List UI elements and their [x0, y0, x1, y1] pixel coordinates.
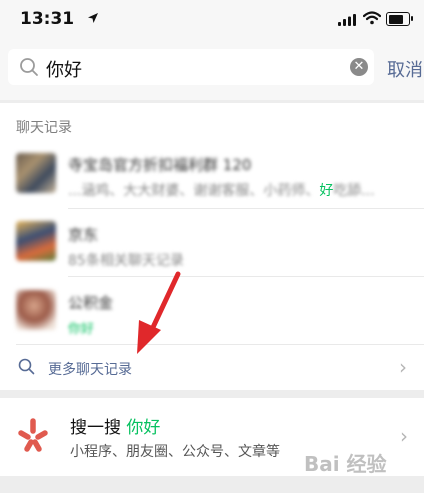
chat-name: 京东 — [68, 226, 99, 244]
chat-snippet: 85条相关聊天记录 — [68, 253, 184, 269]
wifi-icon — [363, 11, 381, 25]
souyisou-title-text: 搜一搜 — [70, 418, 121, 438]
chevron-right-icon: › — [399, 355, 407, 379]
chat-result-item[interactable] — [0, 277, 424, 343]
chat-snippet: 你好 — [68, 322, 95, 337]
status-time: 13:31 — [20, 9, 75, 29]
battery-icon — [386, 12, 410, 26]
search-icon — [20, 58, 38, 76]
chat-snippet: ...涵鸡、大大财婆、谢谢客服、小药师、好吃舔... — [68, 180, 375, 200]
souyisou-subtitle: 小程序、朋友圈、公众号、文章等 — [70, 444, 280, 460]
battery-cap — [411, 16, 413, 21]
avatar — [16, 221, 56, 261]
search-icon — [18, 358, 35, 375]
clear-icon[interactable]: ✕ — [350, 58, 368, 76]
chat-name: 寺宝岛官方折扣福利群 120 — [68, 156, 252, 174]
chevron-right-icon: › — [400, 424, 408, 448]
souyisou-title: 搜一搜 你好 — [70, 413, 160, 438]
cellular-signal-icon — [338, 14, 356, 26]
chat-name: 公积金 — [68, 294, 114, 312]
watermark: Bai 经验 — [304, 452, 387, 476]
cancel-button[interactable]: 取消 — [387, 56, 423, 82]
location-arrow-icon — [88, 13, 98, 23]
chat-result-item[interactable] — [0, 209, 424, 275]
snippet-text: 吃舔... — [333, 183, 375, 199]
more-chat-history-label: 更多聊天记录 — [48, 362, 132, 378]
avatar — [16, 290, 56, 330]
search-query-text[interactable]: 你好 — [46, 56, 82, 82]
souyisou-logo-icon — [18, 418, 48, 452]
section-title: 聊天记录 — [16, 120, 72, 136]
snippet-highlight: 好 — [319, 183, 334, 199]
souyisou-keyword: 你好 — [126, 418, 161, 438]
snippet-text: ...涵鸡、大大财婆、谢谢客服、小药师、 — [68, 183, 320, 199]
avatar — [16, 153, 56, 193]
